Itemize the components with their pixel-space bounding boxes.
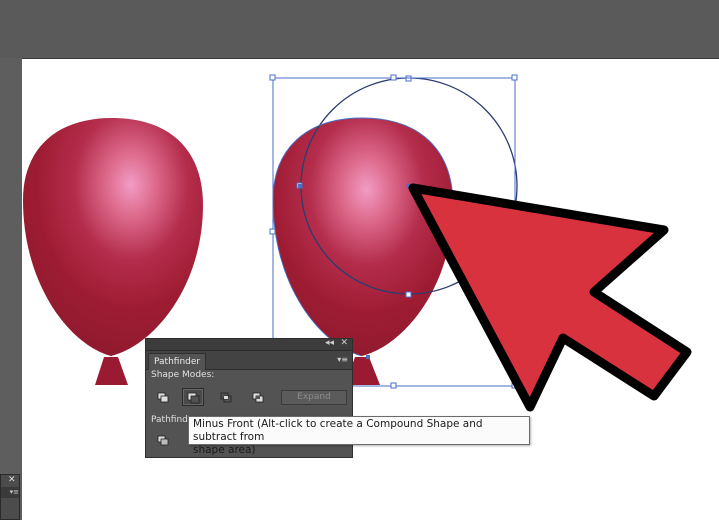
minus-front-button[interactable] [182, 388, 204, 406]
tooltip-line-2: shape area) [193, 444, 256, 456]
intersect-button[interactable] [215, 388, 237, 406]
unite-icon [157, 392, 169, 403]
panel-tab-row: Pathfinder ▾≡ [146, 351, 352, 370]
intersect-icon [220, 392, 232, 403]
divide-icon [157, 435, 169, 446]
panel-menu-button[interactable]: ▾≡ [337, 354, 348, 365]
divide-button[interactable] [152, 431, 174, 449]
mini-panel-menu-button[interactable]: ▾≡ [1, 487, 19, 498]
close-mini-panel-button[interactable]: ✕ [8, 475, 16, 486]
minus-front-tooltip: Minus Front (Alt-click to create a Compo… [188, 416, 530, 456]
panel-title-bar[interactable]: ◂◂ ✕ [146, 337, 352, 351]
collapse-panel-button[interactable]: ◂◂ [325, 337, 334, 349]
unite-button[interactable] [152, 388, 174, 406]
tooltip-line-1: Minus Front (Alt-click to create a Compo… [193, 418, 483, 443]
close-panel-button[interactable]: ✕ [340, 337, 348, 349]
exclude-icon [252, 392, 264, 403]
expand-button[interactable]: Expand [281, 390, 347, 405]
exclude-button[interactable] [247, 388, 269, 406]
tab-pathfinder[interactable]: Pathfinder [148, 353, 207, 370]
minus-front-icon [187, 392, 200, 404]
pointer-arrow-icon [408, 183, 692, 412]
collapsed-panel: ✕ ▾≡ [0, 474, 20, 520]
shape-modes-label: Shape Modes: [151, 370, 215, 380]
